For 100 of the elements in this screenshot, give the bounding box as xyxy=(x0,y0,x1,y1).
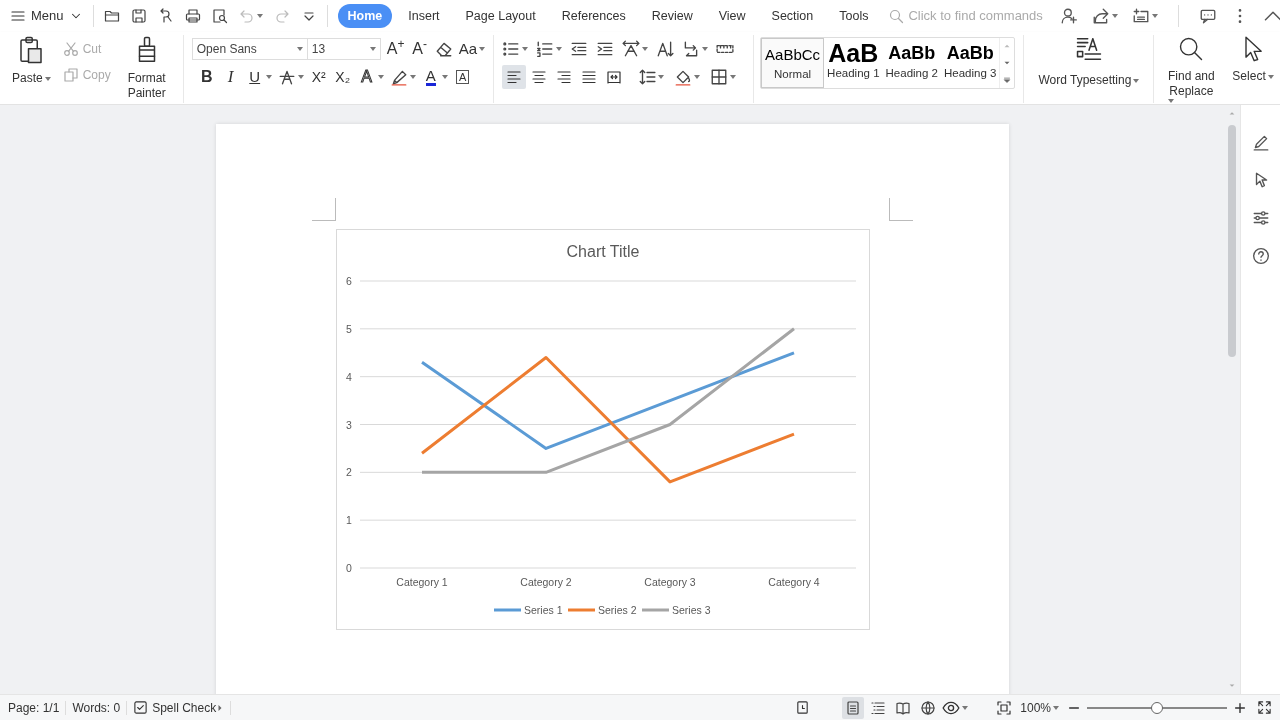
comment-icon[interactable] xyxy=(1199,7,1218,25)
italic-button[interactable]: I xyxy=(221,66,240,88)
underline-button[interactable]: U xyxy=(245,66,264,88)
caret-icon[interactable] xyxy=(1053,705,1059,710)
ribbon-tab[interactable]: Review xyxy=(641,3,703,29)
axis-tick-label: 4 xyxy=(345,370,352,383)
expand-gallery-icon[interactable] xyxy=(1002,74,1013,85)
caret-icon[interactable] xyxy=(1168,99,1175,103)
caret-icon[interactable] xyxy=(730,75,737,79)
font-color-button[interactable]: A xyxy=(421,66,440,88)
caret-icon[interactable] xyxy=(1133,78,1140,83)
line-spacing-icon[interactable] xyxy=(638,68,657,86)
help-circle-icon[interactable] xyxy=(1251,247,1270,265)
word-count[interactable]: Words: 0 xyxy=(72,698,121,717)
find-and-replace-button[interactable]: Find and Replace xyxy=(1162,35,1221,103)
caret-icon[interactable] xyxy=(962,705,969,710)
style-preset[interactable]: AaBbCc Normal xyxy=(761,38,825,88)
share-arrow-icon[interactable] xyxy=(1092,7,1111,25)
style-preset[interactable]: AaBb Heading 3 xyxy=(940,38,1000,88)
subscript-button[interactable]: X₂ xyxy=(333,66,352,88)
indent-icon[interactable] xyxy=(596,40,615,58)
paint-bucket-icon[interactable] xyxy=(674,68,693,86)
caret-icon[interactable] xyxy=(409,75,416,79)
select-button[interactable]: Select xyxy=(1228,35,1278,103)
line-chart[interactable]: Chart Title 0 1 2 3 4 5 6 Category 1 Category 2 Category 3 Category 4 Series 1 Series 2 Series 3 xyxy=(335,229,870,630)
axis-category-label: Category 2 xyxy=(519,576,572,588)
caret-icon[interactable] xyxy=(694,75,701,79)
pen-icon[interactable] xyxy=(1251,133,1270,151)
scrollbar-thumb[interactable] xyxy=(1228,125,1236,357)
caret-icon[interactable] xyxy=(702,47,709,51)
outdent-icon[interactable] xyxy=(570,40,589,58)
caret-icon[interactable] xyxy=(265,75,272,79)
strikethrough-icon[interactable] xyxy=(277,68,296,86)
ribbon-tab[interactable]: Insert xyxy=(398,3,450,29)
word-typesetting-button[interactable]: Word Typesetting xyxy=(1034,35,1144,103)
shrink-font-button[interactable]: A$^{-}$ xyxy=(410,38,429,60)
legend-line xyxy=(493,608,521,612)
caret-icon[interactable] xyxy=(44,76,51,81)
ribbon-tab[interactable]: View xyxy=(708,3,756,29)
zoom-in-icon[interactable] xyxy=(1233,700,1247,715)
caret-icon[interactable] xyxy=(556,47,563,51)
numbered-list-icon[interactable] xyxy=(536,40,555,58)
caret-icon[interactable] xyxy=(658,75,665,79)
double-arrow-triangle-icon[interactable] xyxy=(622,40,641,58)
ribbon-tab[interactable]: Section xyxy=(761,3,824,29)
fullscreen-icon[interactable] xyxy=(1257,700,1272,715)
page-count[interactable]: Page: 1/1 xyxy=(8,698,60,717)
sort-down-icon[interactable] xyxy=(656,40,675,58)
caret-icon[interactable] xyxy=(479,47,486,51)
caret-icon[interactable] xyxy=(377,75,384,79)
margin-corner-mark xyxy=(311,198,336,221)
caret-icon[interactable] xyxy=(1267,74,1274,79)
printer-icon[interactable] xyxy=(184,8,201,24)
command-search-field[interactable]: Click to find commands xyxy=(906,5,1057,27)
change-case-button[interactable]: Aa xyxy=(458,38,478,60)
bullet-list-icon[interactable] xyxy=(502,40,521,58)
format-painter-button[interactable]: Format Painter xyxy=(118,35,175,103)
text-effect-button[interactable]: A xyxy=(357,66,376,88)
chart-title: Chart Title xyxy=(566,243,639,260)
grow-font-button[interactable]: A$^{+}$ xyxy=(386,38,405,60)
menu-button[interactable]: Menu xyxy=(10,6,83,26)
ribbon-tab[interactable]: Page Layout xyxy=(455,3,546,29)
caret-icon[interactable] xyxy=(1152,14,1159,18)
caret-icon[interactable] xyxy=(1112,14,1119,18)
border-grid-icon[interactable] xyxy=(710,68,729,86)
highlighter-icon[interactable] xyxy=(389,68,408,86)
spell-check-button[interactable]: Spell Check xyxy=(133,698,217,717)
caret-icon[interactable] xyxy=(296,47,303,51)
caret-icon[interactable] xyxy=(369,47,376,51)
axis-tick-label: 1 xyxy=(345,514,352,527)
person-plus-icon[interactable] xyxy=(1060,7,1079,25)
ribbon-tab[interactable]: References xyxy=(551,3,636,29)
text-lines-icon[interactable] xyxy=(1074,35,1103,63)
page-clock-icon[interactable] xyxy=(795,700,811,715)
paste-button[interactable]: Paste xyxy=(8,35,55,103)
eraser-icon[interactable] xyxy=(434,40,453,58)
checklist-icon[interactable] xyxy=(1132,7,1151,25)
caret-icon[interactable] xyxy=(297,75,304,79)
checkbox-tick-icon[interactable] xyxy=(133,700,149,715)
superscript-button[interactable]: X² xyxy=(309,66,328,88)
ribbon-tab[interactable]: Tools xyxy=(829,3,879,29)
caret-icon[interactable] xyxy=(441,75,448,79)
fit-page-icon[interactable] xyxy=(996,699,1013,716)
font-size-dropdown[interactable]: 13 xyxy=(306,38,381,60)
font-name-dropdown[interactable]: Open Sans xyxy=(191,38,308,60)
axis-category-label: Category 3 xyxy=(643,576,696,588)
zoom-percent-dropdown[interactable]: 100% xyxy=(1020,698,1059,717)
caret-icon[interactable] xyxy=(522,47,529,51)
style-preset[interactable]: AaB Heading 1 xyxy=(824,38,883,88)
page-magnifier-icon[interactable] xyxy=(211,8,228,24)
character-border-button[interactable]: A xyxy=(453,66,472,88)
caret-icon[interactable] xyxy=(642,47,649,51)
bold-button[interactable]: B xyxy=(197,66,216,88)
axis-tick-label: 0 xyxy=(345,562,352,574)
folder-icon[interactable] xyxy=(103,8,120,24)
sliders-icon[interactable] xyxy=(1251,209,1270,227)
menu-icon[interactable] xyxy=(10,8,26,24)
zoom-slider-thumb[interactable] xyxy=(1151,701,1163,714)
margin-corner-mark xyxy=(888,198,913,221)
style-preset[interactable]: AaBb Heading 2 xyxy=(882,38,941,88)
